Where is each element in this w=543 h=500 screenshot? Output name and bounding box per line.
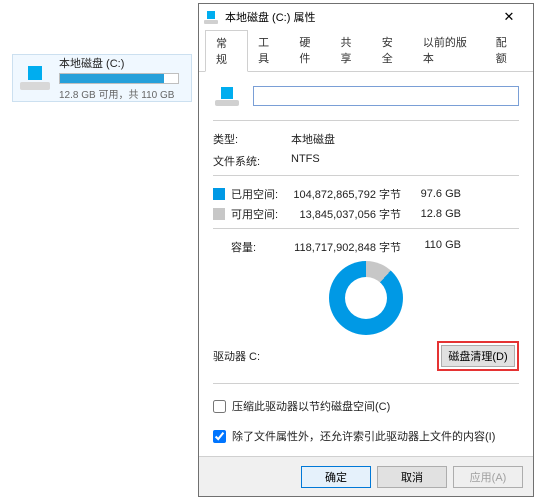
- index-checkbox-row[interactable]: 除了文件属性外，还允许索引此驱动器上文件的内容(I): [213, 428, 519, 444]
- filesystem-value: NTFS: [291, 153, 320, 169]
- index-label: 除了文件属性外，还允许索引此驱动器上文件的内容(I): [232, 428, 495, 444]
- dialog-footer: 确定 取消 应用(A): [199, 456, 533, 496]
- free-space-human: 12.8 GB: [411, 208, 461, 220]
- free-space-swatch: [213, 208, 225, 220]
- apply-button[interactable]: 应用(A): [453, 466, 523, 488]
- drive-icon: [213, 82, 241, 110]
- tab-6[interactable]: 配额: [486, 30, 527, 71]
- usage-pie-chart: [329, 261, 403, 335]
- tab-0[interactable]: 常规: [205, 30, 248, 72]
- tab-panel-general: 类型: 本地磁盘 文件系统: NTFS 已用空间: 104,872,865,79…: [199, 72, 533, 456]
- dialog-title: 本地磁盘 (C:) 属性: [225, 9, 489, 25]
- type-value: 本地磁盘: [291, 131, 335, 147]
- close-button[interactable]: ✕: [489, 4, 529, 30]
- tab-4[interactable]: 安全: [372, 30, 413, 71]
- used-space-bytes: 104,872,865,792 字节: [291, 186, 411, 202]
- filesystem-label: 文件系统:: [213, 153, 291, 169]
- capacity-human: 110 GB: [411, 239, 461, 255]
- drive-name-input[interactable]: [253, 86, 519, 106]
- free-space-label: 可用空间:: [231, 206, 291, 222]
- drive-title: 本地磁盘 (C:): [59, 55, 187, 71]
- drive-usage-bar: [59, 73, 179, 84]
- explorer-drive-item[interactable]: 本地磁盘 (C:) 12.8 GB 可用，共 110 GB: [12, 54, 192, 102]
- tabs: 常规工具硬件共享安全以前的版本配额: [199, 30, 533, 72]
- drive-icon: [203, 9, 219, 25]
- titlebar[interactable]: 本地磁盘 (C:) 属性 ✕: [199, 4, 533, 30]
- ok-button[interactable]: 确定: [301, 466, 371, 488]
- drive-icon: [17, 60, 53, 96]
- drive-letter-label: 驱动器 C:: [213, 348, 260, 364]
- used-space-swatch: [213, 188, 225, 200]
- used-space-label: 已用空间:: [231, 186, 291, 202]
- compress-label: 压缩此驱动器以节约磁盘空间(C): [232, 398, 390, 414]
- properties-dialog: 本地磁盘 (C:) 属性 ✕ 常规工具硬件共享安全以前的版本配额 类型: 本地磁…: [198, 3, 534, 497]
- capacity-bytes: 118,717,902,848 字节: [291, 239, 411, 255]
- drive-subtitle: 12.8 GB 可用，共 110 GB: [59, 86, 187, 101]
- capacity-label: 容量:: [231, 239, 291, 255]
- tab-1[interactable]: 工具: [248, 30, 289, 71]
- cancel-button[interactable]: 取消: [377, 466, 447, 488]
- index-checkbox[interactable]: [213, 430, 226, 443]
- tab-3[interactable]: 共享: [331, 30, 372, 71]
- used-space-human: 97.6 GB: [411, 188, 461, 200]
- disk-cleanup-button[interactable]: 磁盘清理(D): [441, 345, 515, 367]
- compress-checkbox-row[interactable]: 压缩此驱动器以节约磁盘空间(C): [213, 398, 519, 414]
- type-label: 类型:: [213, 131, 291, 147]
- free-space-bytes: 13,845,037,056 字节: [291, 206, 411, 222]
- compress-checkbox[interactable]: [213, 400, 226, 413]
- tab-5[interactable]: 以前的版本: [413, 30, 486, 71]
- disk-cleanup-highlight: 磁盘清理(D): [437, 341, 519, 371]
- tab-2[interactable]: 硬件: [289, 30, 330, 71]
